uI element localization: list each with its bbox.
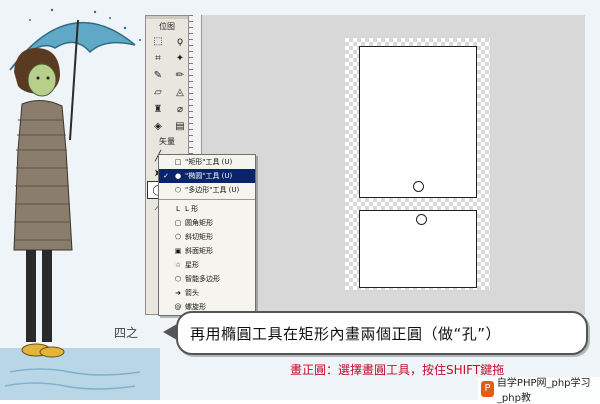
site-logo-icon: P <box>481 380 494 397</box>
eraser-icon[interactable]: ▱ <box>148 84 168 100</box>
gradient-icon[interactable]: ▤ <box>170 118 190 134</box>
top-rectangle-shape[interactable] <box>359 46 477 198</box>
top-circle-hole[interactable] <box>413 181 424 192</box>
brush-icon[interactable]: ✎ <box>148 67 168 83</box>
caption-tail <box>163 324 177 340</box>
menu-item-rectangle-tool[interactable]: □ "矩形"工具 (U) <box>159 155 255 169</box>
shape-tool-flyout-menu: □ "矩形"工具 (U) ✓ ● "椭圆"工具 (U) ⬡ "多边形"工具 (U) L… <box>158 154 256 316</box>
check-icon: ✓ <box>163 172 169 180</box>
instruction-caption-bubble: 再用橢圓工具在矩形內畫兩個正圓（做“孔”） <box>176 311 588 355</box>
l-shape-icon: L <box>176 205 180 213</box>
spiral-icon: @ <box>174 303 182 311</box>
menu-item-arrow[interactable]: ➜ 箭头 <box>159 286 255 300</box>
polygon-icon: ⬡ <box>174 186 182 194</box>
document-canvas[interactable] <box>345 38 490 290</box>
shift-hint-text: 畫正圓：選擇畫圓工具，按住SHIFT鍵拖 <box>290 363 505 377</box>
paint-bucket-icon[interactable]: ◈ <box>148 118 168 134</box>
watermark-text: 自学PHP网_php学习_php教 <box>496 377 591 404</box>
caption-text: 再用橢圓工具在矩形內畫兩個正圓（做“孔”） <box>190 325 502 343</box>
arrow-icon: ➜ <box>175 289 181 297</box>
step-label: 四之 <box>114 326 139 340</box>
chamfer-rectangle-icon: ⬠ <box>174 233 182 241</box>
tutorial-frame: 位图 ⬚ ϙ ⌗ ✦ ✎ ✏ ▱ ◬ ♜ ⌀ ◈ ▤ 矢量 ╱ ✒ ➤ ∿ ◯ … <box>0 0 600 404</box>
blur-icon[interactable]: ◬ <box>170 84 190 100</box>
site-watermark: P 自学PHP网_php学习_php教 <box>478 377 600 404</box>
magic-wand-icon[interactable]: ✦ <box>170 50 190 66</box>
bevel-rectangle-icon: ▣ <box>174 247 182 255</box>
pencil-icon[interactable]: ✏ <box>170 67 190 83</box>
menu-separator <box>159 199 255 200</box>
bitmap-section-label: 位图 <box>159 22 175 31</box>
menu-item-rounded-rectangle[interactable]: ▢ 圆角矩形 <box>159 216 255 230</box>
crop-icon[interactable]: ⌗ <box>148 50 168 66</box>
smart-polygon-icon: ⬡ <box>174 275 182 283</box>
rubber-stamp-icon[interactable]: ♜ <box>148 101 168 117</box>
star-icon: ☆ <box>174 261 182 269</box>
ellipse-filled-icon: ● <box>174 172 182 180</box>
menu-item-smart-polygon[interactable]: ⬡ 智能多边形 <box>159 272 255 286</box>
rectangle-icon: □ <box>174 158 182 166</box>
menu-item-polygon-tool[interactable]: ⬡ "多边形"工具 (U) <box>159 183 255 197</box>
lasso-icon[interactable]: ϙ <box>170 33 190 49</box>
menu-item-bevel-rectangle[interactable]: ▣ 斜面矩形 <box>159 244 255 258</box>
bottom-circle-hole[interactable] <box>416 214 427 225</box>
marquee-icon[interactable]: ⬚ <box>148 33 168 49</box>
menu-item-l-shape[interactable]: LL 形 <box>159 202 255 216</box>
tools-panel-grip[interactable] <box>146 16 188 19</box>
menu-item-chamfer-rectangle[interactable]: ⬠ 斜切矩形 <box>159 230 255 244</box>
menu-item-ellipse-tool[interactable]: ✓ ● "椭圆"工具 (U) <box>159 169 255 183</box>
menu-item-star[interactable]: ☆ 星形 <box>159 258 255 272</box>
rounded-rectangle-icon: ▢ <box>174 219 182 227</box>
vector-section-label: 矢量 <box>159 137 175 146</box>
eyedropper-icon[interactable]: ⌀ <box>170 101 190 117</box>
